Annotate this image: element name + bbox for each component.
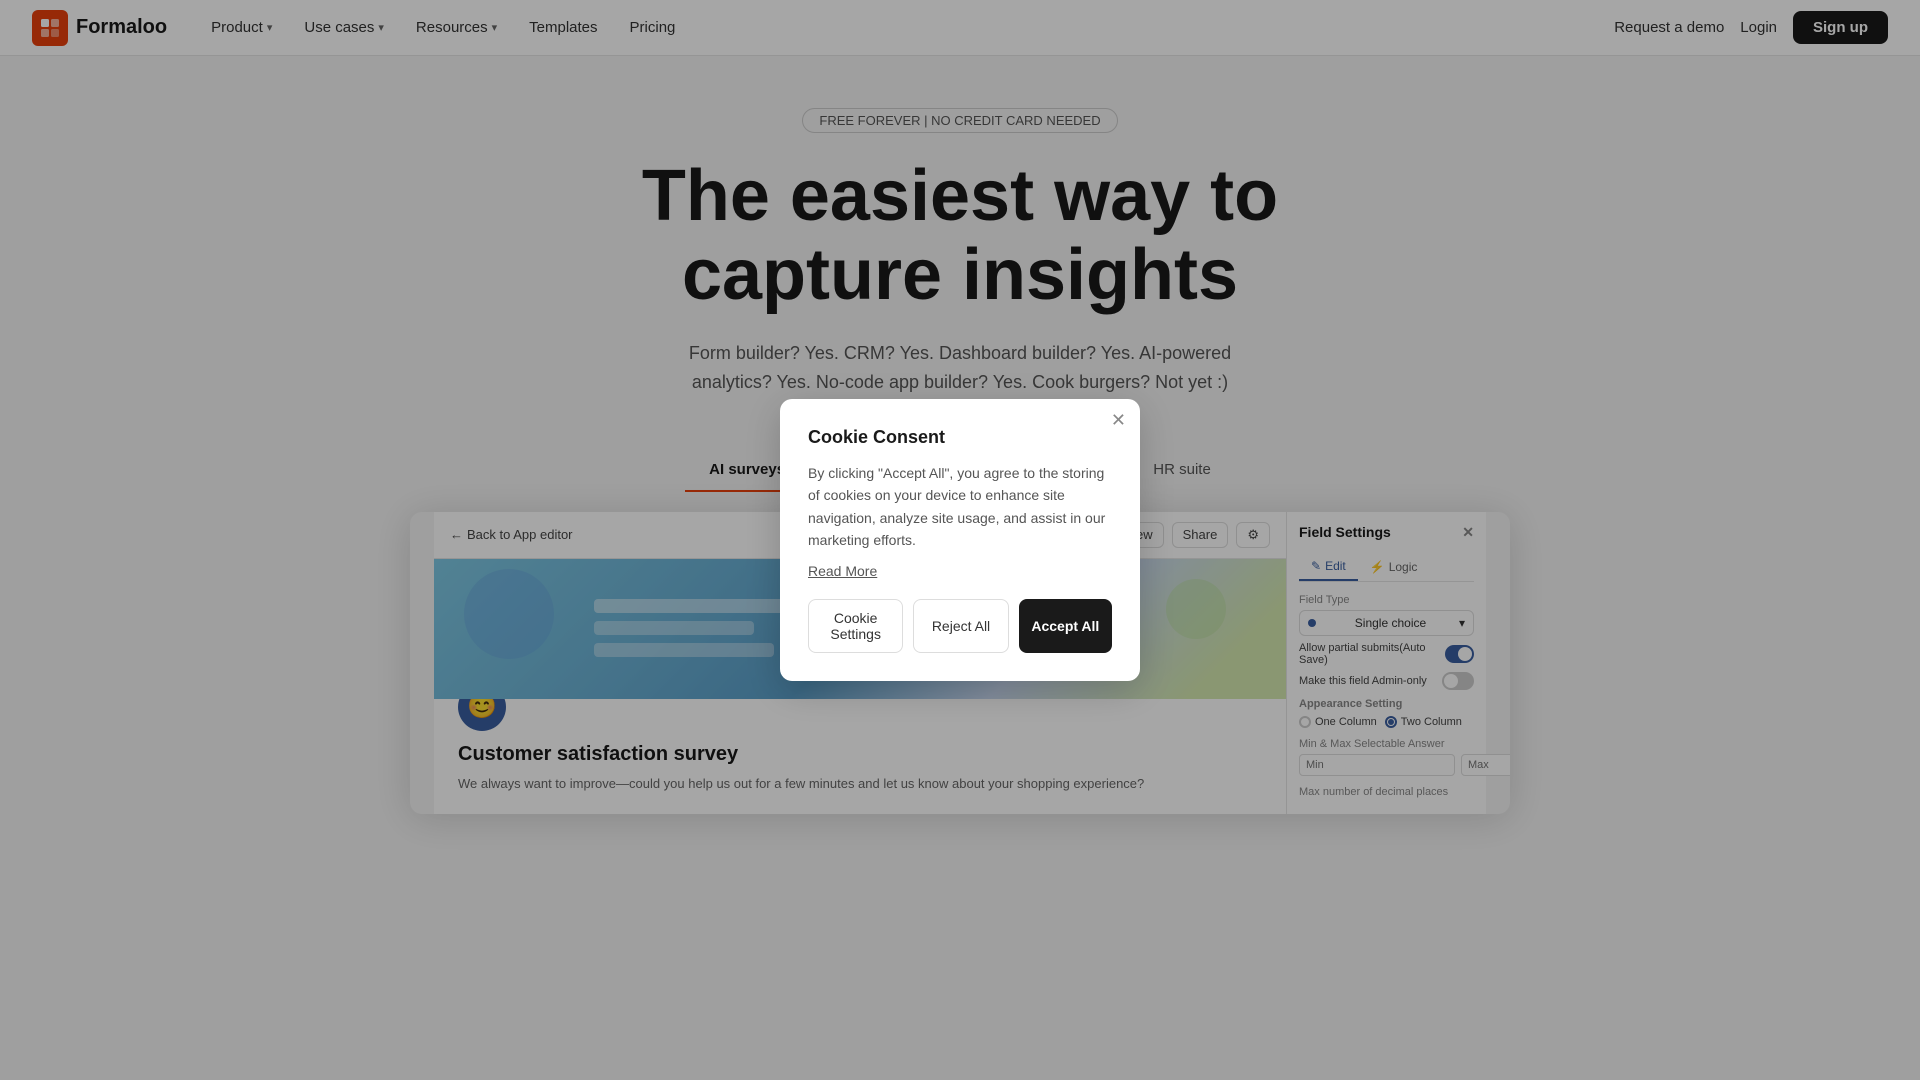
cookie-overlay: ✕ Cookie Consent By clicking "Accept All… [0, 0, 1920, 1080]
modal-close-button[interactable]: ✕ [1111, 411, 1126, 429]
cookie-settings-button[interactable]: Cookie Settings [808, 599, 903, 653]
cookie-modal-title: Cookie Consent [808, 427, 1112, 448]
cookie-modal: ✕ Cookie Consent By clicking "Accept All… [780, 399, 1140, 682]
cookie-modal-body: By clicking "Accept All", you agree to t… [808, 462, 1112, 552]
accept-all-button[interactable]: Accept All [1019, 599, 1112, 653]
reject-all-button[interactable]: Reject All [913, 599, 1008, 653]
read-more-link[interactable]: Read More [808, 563, 1112, 579]
cookie-modal-buttons: Cookie Settings Reject All Accept All [808, 599, 1112, 653]
